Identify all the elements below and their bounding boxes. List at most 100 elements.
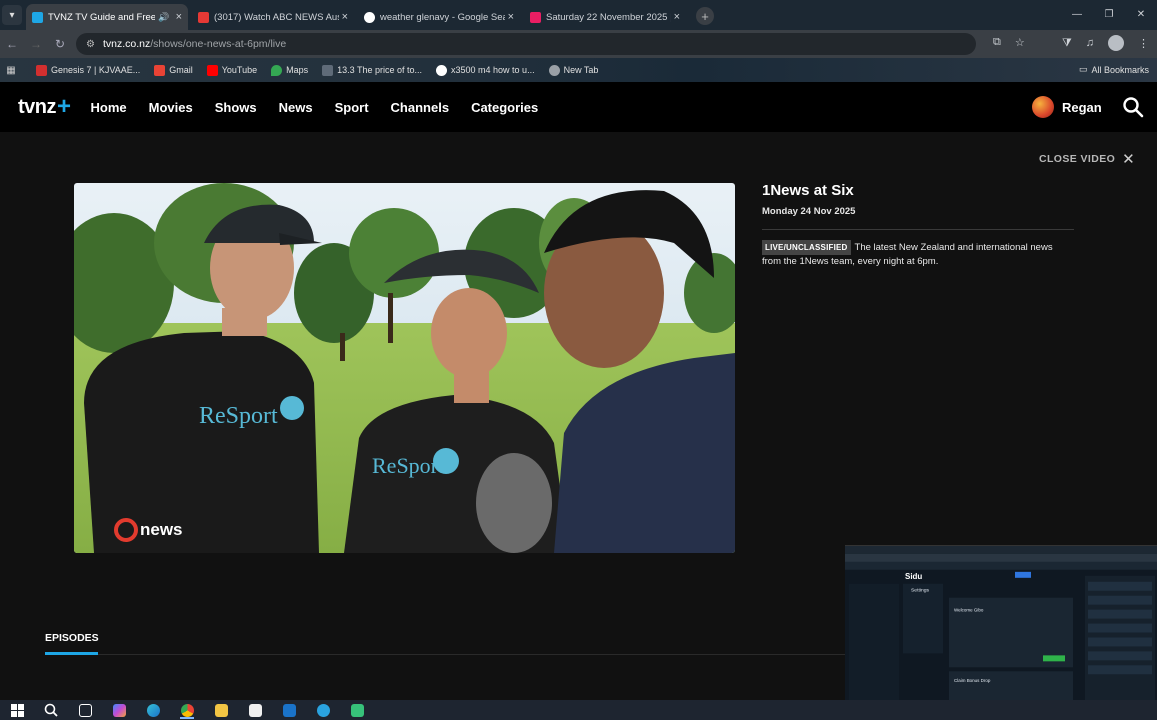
close-tab-icon[interactable]: × <box>674 11 680 23</box>
pip-logo: Sidu <box>905 572 922 581</box>
file-explorer-icon[interactable] <box>204 700 238 720</box>
profile-avatar[interactable] <box>1108 35 1124 51</box>
google-favicon-icon <box>364 11 375 23</box>
bookmark-x3500[interactable]: x3500 m4 how to u... <box>436 64 535 76</box>
bookmark-label: x3500 m4 how to u... <box>451 65 535 75</box>
task-view-icon[interactable] <box>68 700 102 720</box>
cast-icon[interactable]: ⧉ <box>993 36 1001 49</box>
avatar <box>1032 96 1054 118</box>
bookmark-price[interactable]: 13.3 The price of to... <box>322 64 422 76</box>
watermark-text: news <box>140 520 183 539</box>
all-bookmarks-button[interactable]: ▭ All Bookmarks <box>1079 64 1149 75</box>
tab-tvnz[interactable]: TVNZ TV Guide and Free Li 🔊 × <box>26 4 188 30</box>
close-video-label: CLOSE VIDEO <box>1039 153 1116 165</box>
extensions-icon[interactable]: ⧩ <box>1062 37 1072 50</box>
close-tab-icon[interactable]: × <box>342 11 348 23</box>
task-view-glyph-icon <box>78 703 92 717</box>
bookmark-genesis[interactable]: Genesis 7 | KJVAAE... <box>36 64 141 76</box>
back-icon[interactable]: ← <box>0 37 24 51</box>
url-field[interactable]: ⚙ tvnz.co.nz/shows/one-news-at-6pm/live <box>76 33 976 55</box>
bookmark-label: Maps <box>286 65 309 75</box>
window-controls: — ❐ ✕ <box>1061 0 1157 28</box>
episodes-divider <box>45 654 845 655</box>
site-header: tvnz + Home Movies Shows News Sport Chann… <box>0 82 1157 132</box>
youtube-favicon-icon <box>198 11 209 23</box>
new-tab-button[interactable]: + <box>696 7 714 25</box>
pip-panel-title: Settings <box>911 588 930 594</box>
start-button[interactable] <box>0 700 34 720</box>
forward-icon[interactable]: → <box>24 37 48 51</box>
chrome-taskbar-icon[interactable] <box>170 700 204 720</box>
tab-saturday[interactable]: Saturday 22 November 2025 | × <box>524 4 686 30</box>
outlook-icon[interactable] <box>272 700 306 720</box>
gmail-icon <box>154 64 166 76</box>
show-info: 1News at Six Monday 24 Nov 2025 LIVE/UNC… <box>762 182 1074 268</box>
all-bookmarks-label: All Bookmarks <box>1091 64 1149 75</box>
store-glyph-icon <box>248 703 262 717</box>
close-icon: ✕ <box>1122 151 1136 168</box>
windows-logo-icon <box>10 703 24 717</box>
bookmark-new-tab[interactable]: New Tab <box>548 64 599 76</box>
nav-home[interactable]: Home <box>91 100 127 115</box>
bookmark-label: Genesis 7 | KJVAAE... <box>51 65 141 75</box>
close-tab-icon[interactable]: × <box>176 11 182 23</box>
tab-abc-news[interactable]: (3017) Watch ABC NEWS Austr × <box>192 4 354 30</box>
taskbar-search-icon[interactable] <box>34 700 68 720</box>
maps-pin-icon <box>271 64 283 76</box>
bookmark-maps[interactable]: Maps <box>271 64 309 76</box>
nav-news[interactable]: News <box>279 100 313 115</box>
nav-categories[interactable]: Categories <box>471 100 538 115</box>
user-name: Regan <box>1062 99 1102 115</box>
nav-channels[interactable]: Channels <box>391 100 450 115</box>
screen: ▾ TVNZ TV Guide and Free Li 🔊 × (3017) W… <box>0 0 1157 720</box>
url-path: /shows/one-news-at-6pm/live <box>150 38 287 50</box>
tab-search-button[interactable]: ▾ <box>2 5 22 25</box>
search-icon[interactable] <box>1122 96 1144 118</box>
pip-section: Claim Bonus Drop <box>954 678 991 683</box>
close-tab-icon[interactable]: × <box>508 11 514 23</box>
page-icon <box>322 64 334 76</box>
restore-icon[interactable]: ❐ <box>1093 0 1125 28</box>
bookmark-label: YouTube <box>221 65 258 75</box>
tab-episodes[interactable]: EPISODES <box>45 632 99 644</box>
nav-shows[interactable]: Shows <box>215 100 257 115</box>
copilot-icon[interactable] <box>102 700 136 720</box>
store-icon[interactable] <box>238 700 272 720</box>
close-video-button[interactable]: CLOSE VIDEO ✕ <box>1039 150 1135 168</box>
youtube-icon <box>206 64 218 76</box>
bookmark-gmail[interactable]: Gmail <box>154 64 193 76</box>
edge-icon[interactable] <box>136 700 170 720</box>
show-description: LIVE/UNCLASSIFIED The latest New Zealand … <box>762 240 1074 268</box>
bookmark-icon <box>36 64 47 76</box>
tab-google-weather[interactable]: weather glenavy - Google Sea × <box>358 4 520 30</box>
media-control-icon[interactable]: ♫ <box>1086 37 1094 49</box>
url-domain: tvnz.co.nz <box>102 38 151 50</box>
apps-grid-icon[interactable]: ▦ <box>0 65 22 76</box>
logo-text: tvnz <box>18 95 57 118</box>
bookmark-label: New Tab <box>563 65 599 75</box>
tab-title: TVNZ TV Guide and Free Li <box>48 11 156 23</box>
telegram-glyph-icon <box>316 703 330 717</box>
divider <box>762 229 1074 230</box>
pip-window[interactable]: Sidu Settings Welcome Gibo Claim Bonus D… <box>845 545 1157 720</box>
outlook-glyph-icon <box>282 703 296 717</box>
telegram-icon[interactable] <box>306 700 340 720</box>
app-icon[interactable] <box>340 700 374 720</box>
nav-movies[interactable]: Movies <box>149 100 193 115</box>
chrome-menu-icon[interactable]: ⋮ <box>1138 37 1149 50</box>
tvnz-logo[interactable]: tvnz + <box>18 93 71 121</box>
nav-sport[interactable]: Sport <box>335 100 369 115</box>
audio-playing-icon[interactable]: 🔊 <box>158 12 169 23</box>
reload-icon[interactable]: ↻ <box>48 37 72 51</box>
address-toolbar: ← → ↻ ⚙ tvnz.co.nz/shows/one-news-at-6pm… <box>0 30 1157 58</box>
user-menu[interactable]: Regan <box>1032 96 1102 118</box>
video-player[interactable]: ReSport ReSport news <box>74 183 735 553</box>
shirt-logo-middle: ReSport <box>372 453 444 478</box>
bookmark-star-icon[interactable]: ☆ <box>1015 36 1025 49</box>
bookmark-youtube[interactable]: YouTube <box>206 64 258 76</box>
site-info-icon[interactable]: ⚙ <box>86 39 95 50</box>
pip-welcome: Welcome Gibo <box>954 608 984 613</box>
close-window-icon[interactable]: ✕ <box>1125 0 1157 28</box>
browser-tab-strip: ▾ TVNZ TV Guide and Free Li 🔊 × (3017) W… <box>0 0 1157 30</box>
minimize-icon[interactable]: — <box>1061 0 1093 28</box>
